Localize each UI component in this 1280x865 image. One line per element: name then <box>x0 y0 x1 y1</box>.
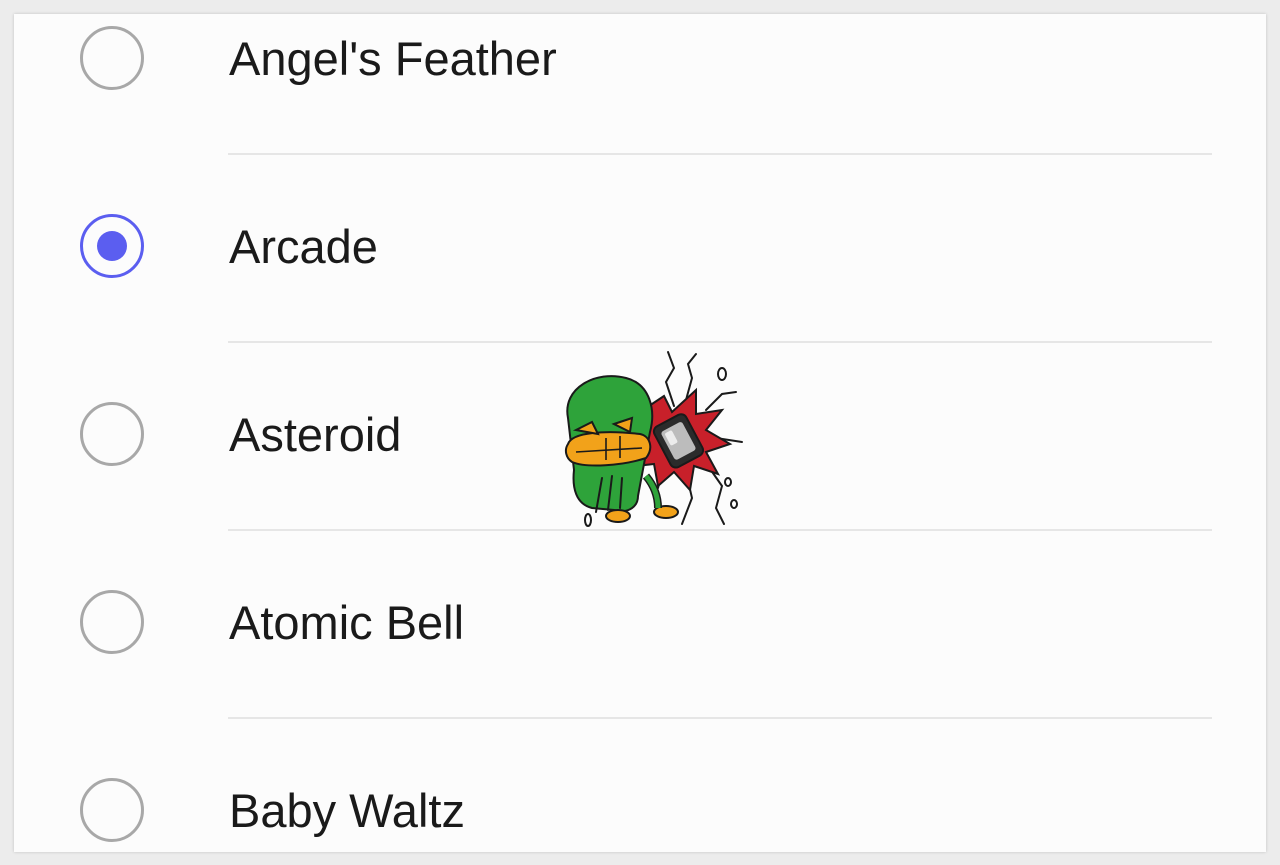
list-item-label: Angel's Feather <box>229 32 557 85</box>
list-item-label: Baby Waltz <box>229 784 465 837</box>
list-item-label: Asteroid <box>229 408 402 461</box>
ringtone-list-panel: Angel's Feather Arcade Asteroid Atomic B… <box>14 14 1266 852</box>
list-item-baby-waltz[interactable]: Baby Waltz <box>14 719 1266 852</box>
smashing-phone-sticker-icon <box>564 351 743 527</box>
radio-button-selected[interactable] <box>80 214 144 278</box>
radio-button[interactable] <box>80 26 144 90</box>
list-item-angels-feather[interactable]: Angel's Feather <box>14 14 1266 155</box>
list-item-atomic-bell[interactable]: Atomic Bell <box>14 531 1266 719</box>
radio-button[interactable] <box>80 778 144 842</box>
radio-button[interactable] <box>80 590 144 654</box>
radio-button[interactable] <box>80 402 144 466</box>
list-item-label: Arcade <box>229 220 378 273</box>
radio-dot <box>97 231 127 261</box>
list-item-label: Atomic Bell <box>229 596 465 649</box>
list-item-arcade[interactable]: Arcade <box>14 155 1266 343</box>
